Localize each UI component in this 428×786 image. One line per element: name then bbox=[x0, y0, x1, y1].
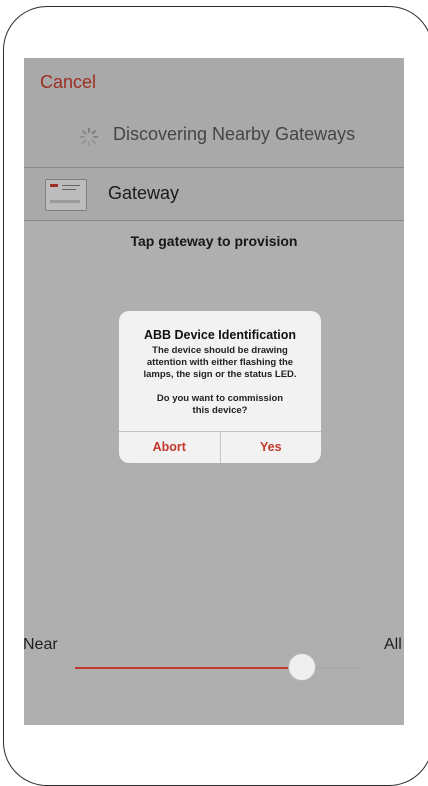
dialog-question-line: this device? bbox=[192, 405, 248, 416]
slider-min-label: Near bbox=[24, 636, 58, 653]
dialog-question-line: Do you want to commission bbox=[156, 393, 284, 404]
dialog-message-line: attention with either flashing the bbox=[146, 357, 294, 368]
range-slider-fill bbox=[75, 667, 302, 669]
dialog-title: ABB Device Identification bbox=[143, 328, 297, 342]
dialog-message-line: The device should be drawing bbox=[152, 345, 288, 356]
abort-button[interactable]: Abort bbox=[119, 432, 220, 463]
slider-max-label: All bbox=[384, 636, 402, 653]
yes-button[interactable]: Yes bbox=[219, 432, 322, 463]
range-slider-thumb[interactable] bbox=[287, 653, 316, 681]
app-screen: Cancel Discovering Nearby Gateways Gatew… bbox=[24, 58, 404, 725]
dialog-message: The device should be drawing attention w… bbox=[131, 345, 309, 417]
dialog-message-line: lamps, the sign or the status LED. bbox=[143, 369, 297, 380]
device-identification-dialog: ABB Device Identification The device sho… bbox=[119, 311, 321, 463]
range-slider-track[interactable] bbox=[75, 653, 362, 681]
dialog-actions: Abort Yes bbox=[119, 431, 321, 463]
